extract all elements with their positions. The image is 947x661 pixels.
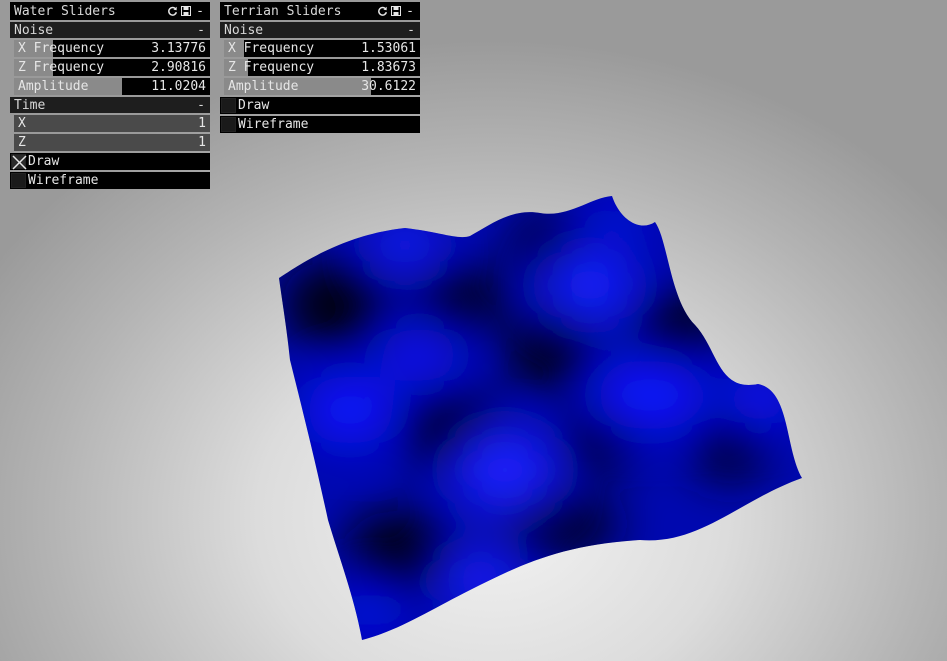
water-panel-title: Water Sliders <box>14 3 116 19</box>
water-z-frequency-value: 2.90816 <box>151 60 206 75</box>
terrain-x-frequency-label: X Frequency <box>228 41 315 56</box>
water-draw-checkbox[interactable] <box>11 154 27 170</box>
terrain-z-frequency-value: 1.83673 <box>361 60 416 75</box>
water-panel-titlebar[interactable]: Water Sliders - <box>10 2 210 20</box>
check-x-icon <box>12 155 27 170</box>
terrain-z-frequency-label: Z Frequency <box>228 60 315 75</box>
water-mesh <box>279 196 802 640</box>
terrain-draw-checkbox[interactable] <box>221 98 236 113</box>
water-noise-group-label: Noise <box>14 22 54 38</box>
terrain-noise-group-header[interactable]: Noise - <box>220 22 420 38</box>
water-time-x-value: 1 <box>198 116 206 131</box>
water-amplitude-slider[interactable]: Amplitude 11.0204 <box>14 78 210 95</box>
minimize-icon[interactable]: - <box>404 4 416 19</box>
terrain-amplitude-slider[interactable]: Amplitude 30.6122 <box>224 78 420 95</box>
save-icon[interactable] <box>390 4 402 18</box>
water-x-frequency-value: 3.13776 <box>151 41 206 56</box>
water-draw-toggle[interactable]: Draw <box>10 153 210 170</box>
minimize-icon[interactable]: - <box>194 4 206 19</box>
water-time-z-slider[interactable]: Z 1 <box>14 134 210 151</box>
water-noise-group-header[interactable]: Noise - <box>10 22 210 38</box>
water-sliders-panel: Water Sliders - Noise - X Frequency 3.13… <box>10 2 210 191</box>
terrain-amplitude-label: Amplitude <box>228 79 299 94</box>
terrain-draw-label: Draw <box>238 98 270 113</box>
save-icon[interactable] <box>180 4 192 18</box>
terrain-wireframe-toggle[interactable]: Wireframe <box>220 116 420 133</box>
water-z-frequency-label: Z Frequency <box>18 60 105 75</box>
water-z-frequency-slider[interactable]: Z Frequency 2.90816 <box>14 59 210 76</box>
water-draw-label: Draw <box>28 154 60 169</box>
water-wireframe-checkbox[interactable] <box>11 173 26 188</box>
water-time-x-label: X <box>18 116 26 131</box>
terrain-wireframe-label: Wireframe <box>238 117 309 132</box>
water-x-frequency-slider[interactable]: X Frequency 3.13776 <box>14 40 210 57</box>
terrain-noise-collapse-toggle[interactable]: - <box>406 23 416 38</box>
terrain-wireframe-checkbox[interactable] <box>221 117 236 132</box>
water-time-collapse-toggle[interactable]: - <box>196 98 206 113</box>
water-x-frequency-label: X Frequency <box>18 41 105 56</box>
terrain-x-frequency-value: 1.53061 <box>361 41 416 56</box>
terrain-noise-group-label: Noise <box>224 22 264 38</box>
terrain-draw-toggle[interactable]: Draw <box>220 97 420 114</box>
terrain-panel-titlebar[interactable]: Terrian Sliders - <box>220 2 420 20</box>
terrain-sliders-panel: Terrian Sliders - Noise - X Frequency 1.… <box>220 2 420 135</box>
terrain-amplitude-value: 30.6122 <box>361 79 416 94</box>
water-time-z-value: 1 <box>198 135 206 150</box>
water-amplitude-value: 11.0204 <box>151 79 206 94</box>
water-noise-collapse-toggle[interactable]: - <box>196 23 206 38</box>
water-time-group-label: Time <box>14 97 46 113</box>
refresh-icon[interactable] <box>166 4 178 18</box>
terrain-z-frequency-slider[interactable]: Z Frequency 1.83673 <box>224 59 420 76</box>
water-wireframe-label: Wireframe <box>28 173 99 188</box>
water-time-z-label: Z <box>18 135 26 150</box>
terrain-x-frequency-slider[interactable]: X Frequency 1.53061 <box>224 40 420 57</box>
water-time-x-slider[interactable]: X 1 <box>14 115 210 132</box>
refresh-icon[interactable] <box>376 4 388 18</box>
water-time-group-header[interactable]: Time - <box>10 97 210 113</box>
water-amplitude-label: Amplitude <box>18 79 89 94</box>
terrain-panel-title: Terrian Sliders <box>224 3 342 19</box>
water-wireframe-toggle[interactable]: Wireframe <box>10 172 210 189</box>
